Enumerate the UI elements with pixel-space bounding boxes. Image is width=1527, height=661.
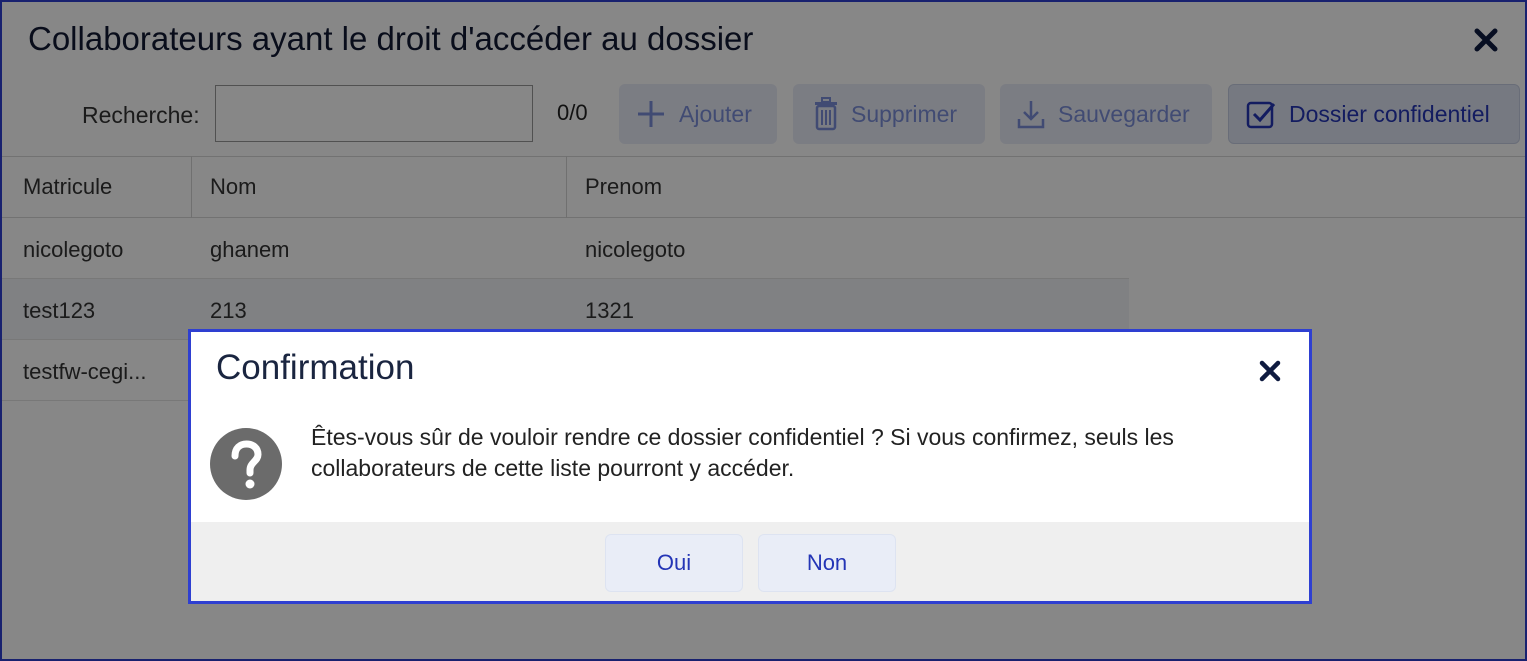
confirmation-dialog: Confirmation Êtes-vous sûr de vouloir re… [188, 329, 1312, 604]
dialog-title: Confirmation [216, 348, 415, 387]
dialog-message: Êtes-vous sûr de vouloir rendre ce dossi… [311, 424, 1174, 481]
dialog-footer: Oui Non [191, 522, 1309, 601]
close-icon[interactable] [1257, 358, 1283, 384]
no-button[interactable]: Non [758, 534, 896, 592]
question-icon [210, 428, 282, 500]
yes-button[interactable]: Oui [605, 534, 743, 592]
